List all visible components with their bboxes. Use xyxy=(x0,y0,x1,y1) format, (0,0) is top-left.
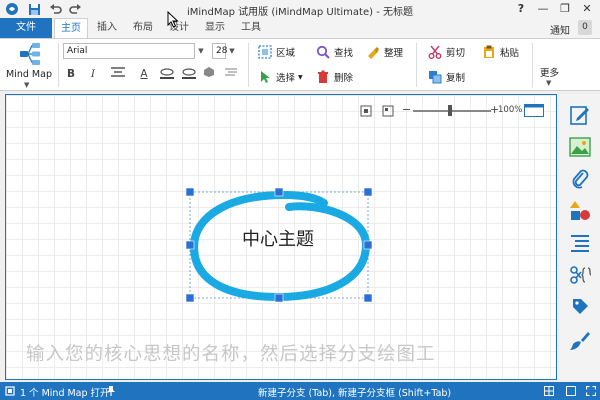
notifications-count[interactable]: 0 xyxy=(578,20,592,35)
tab-tools[interactable]: 工具 xyxy=(234,18,268,38)
paste-label: 粘贴 xyxy=(500,48,520,59)
zoom-bar: − + 100% xyxy=(358,103,548,118)
notes-icon[interactable] xyxy=(569,104,591,126)
actual-size-icon[interactable] xyxy=(382,105,394,117)
boundary-label: 区域 xyxy=(276,48,296,59)
mindmap-label: Mind Map xyxy=(6,69,52,80)
delete-button[interactable]: 删除 xyxy=(316,69,353,85)
image-icon[interactable] xyxy=(569,136,591,158)
shape-outline-icon[interactable] xyxy=(180,66,198,82)
copy-icon xyxy=(428,70,442,84)
notifications-label[interactable]: 通知 xyxy=(550,22,570,37)
cut-label: 剪切 xyxy=(446,48,466,59)
tidy-label: 整理 xyxy=(384,48,404,59)
single-view-icon[interactable] xyxy=(566,386,576,396)
text-highlight-icon[interactable] xyxy=(158,66,176,82)
scissors-braces-icon[interactable] xyxy=(569,264,591,286)
close-button[interactable]: ✕ xyxy=(576,0,598,18)
paste-button[interactable]: 粘贴 xyxy=(482,44,519,60)
tab-insert[interactable]: 插入 xyxy=(90,18,124,38)
chevron-down-icon: ▼ xyxy=(298,73,303,81)
paint-brush-icon[interactable] xyxy=(569,330,591,352)
font-name-dropdown-icon[interactable]: ▼ xyxy=(195,43,207,59)
tidy-icon xyxy=(366,45,380,59)
minimize-button[interactable]: — xyxy=(532,0,554,18)
tab-file[interactable]: 文件 xyxy=(0,18,52,38)
more-button[interactable]: 更多 xyxy=(540,65,559,79)
fullscreen-icon[interactable] xyxy=(586,386,596,396)
tab-layout[interactable]: 布局 xyxy=(126,18,160,38)
divider xyxy=(58,43,59,87)
italic-button[interactable]: I xyxy=(86,66,100,82)
outline-icon[interactable] xyxy=(569,232,591,254)
delete-label: 删除 xyxy=(334,73,354,84)
restore-button[interactable]: ❐ xyxy=(554,0,576,18)
boundary-icon xyxy=(258,45,272,59)
tab-home[interactable]: 主页 xyxy=(54,18,88,38)
text-color-button[interactable]: A xyxy=(136,66,152,82)
tidy-button[interactable]: 整理 xyxy=(366,44,403,60)
help-button[interactable]: ? xyxy=(510,0,532,18)
map-count: 1 个 Mind Map 打开 xyxy=(20,388,110,399)
central-topic-text[interactable]: 中心主题 xyxy=(228,225,328,251)
title-bar: iMindMap 试用版 (iMindMap Ultimate) - 无标题 ?… xyxy=(0,0,600,18)
cut-button[interactable]: 剪切 xyxy=(428,44,465,60)
scissors-icon xyxy=(428,45,442,59)
divider xyxy=(248,43,249,87)
find-label: 查找 xyxy=(334,48,354,59)
align-icon[interactable] xyxy=(108,66,128,82)
bold-button[interactable]: B xyxy=(64,66,78,82)
font-size-dropdown-icon[interactable]: ▼ xyxy=(226,43,238,59)
fit-screen-icon[interactable] xyxy=(360,105,372,117)
pin-icon[interactable] xyxy=(106,385,116,397)
shapes-icon[interactable] xyxy=(569,200,591,222)
tab-view[interactable]: 显示 xyxy=(198,18,232,38)
status-bar: 1 个 Mind Map 打开 新建子分支 (Tab), 新建子分支框 (Shi… xyxy=(0,382,600,400)
mindmap-button[interactable]: Mind Map ▼ xyxy=(4,41,54,89)
mindmap-icon xyxy=(20,43,40,65)
chevron-down-icon[interactable]: ▼ xyxy=(24,81,29,89)
find-button[interactable]: 查找 xyxy=(316,44,353,60)
ribbon-tabs: 文件 主页 插入 布局 设计 显示 工具 通知 0 xyxy=(0,18,600,38)
select-label: 选择 xyxy=(276,73,296,84)
tag-icon[interactable] xyxy=(569,296,591,318)
attachment-icon[interactable] xyxy=(569,168,591,190)
select-button[interactable]: 选择 ▼ xyxy=(258,69,303,85)
grid-view-icon[interactable] xyxy=(544,386,554,396)
shape-fill-icon[interactable] xyxy=(202,66,216,82)
divider xyxy=(532,43,533,87)
boundary-button[interactable]: 区域 xyxy=(258,44,295,60)
map-canvas[interactable]: 中心主题 xyxy=(5,94,557,380)
copy-label: 复制 xyxy=(446,73,466,84)
cursor-icon xyxy=(258,70,272,84)
zoom-out-button[interactable]: − xyxy=(402,103,411,116)
ribbon: Mind Map ▼ Arial ▼ 28 ▼ B I A 区域 选择 ▼ 查找… xyxy=(0,38,600,91)
chevron-down-icon[interactable]: ▼ xyxy=(546,79,551,87)
zoom-slider[interactable] xyxy=(413,110,491,112)
mouse-cursor-icon xyxy=(167,11,179,28)
right-sidebar xyxy=(560,94,600,380)
font-size-input[interactable]: 28 xyxy=(212,43,227,59)
trash-icon xyxy=(316,70,330,84)
search-icon xyxy=(316,45,330,59)
zoom-slider-thumb[interactable] xyxy=(448,105,452,116)
hint-text: 输入您的核心思想的名称，然后选择分支绘图工 xyxy=(26,344,436,365)
text-style-icon[interactable] xyxy=(222,66,240,82)
panel-toggle-icon[interactable] xyxy=(524,104,544,117)
copy-button[interactable]: 复制 xyxy=(428,69,465,85)
shortcut-hint: 新建子分支 (Tab), 新建子分支框 (Shift+Tab) xyxy=(258,388,452,399)
maps-icon xyxy=(5,386,15,396)
clipboard-icon xyxy=(482,45,496,59)
divider xyxy=(416,43,417,87)
zoom-percent: 100% xyxy=(498,105,523,115)
font-name-input[interactable]: Arial xyxy=(63,43,195,59)
